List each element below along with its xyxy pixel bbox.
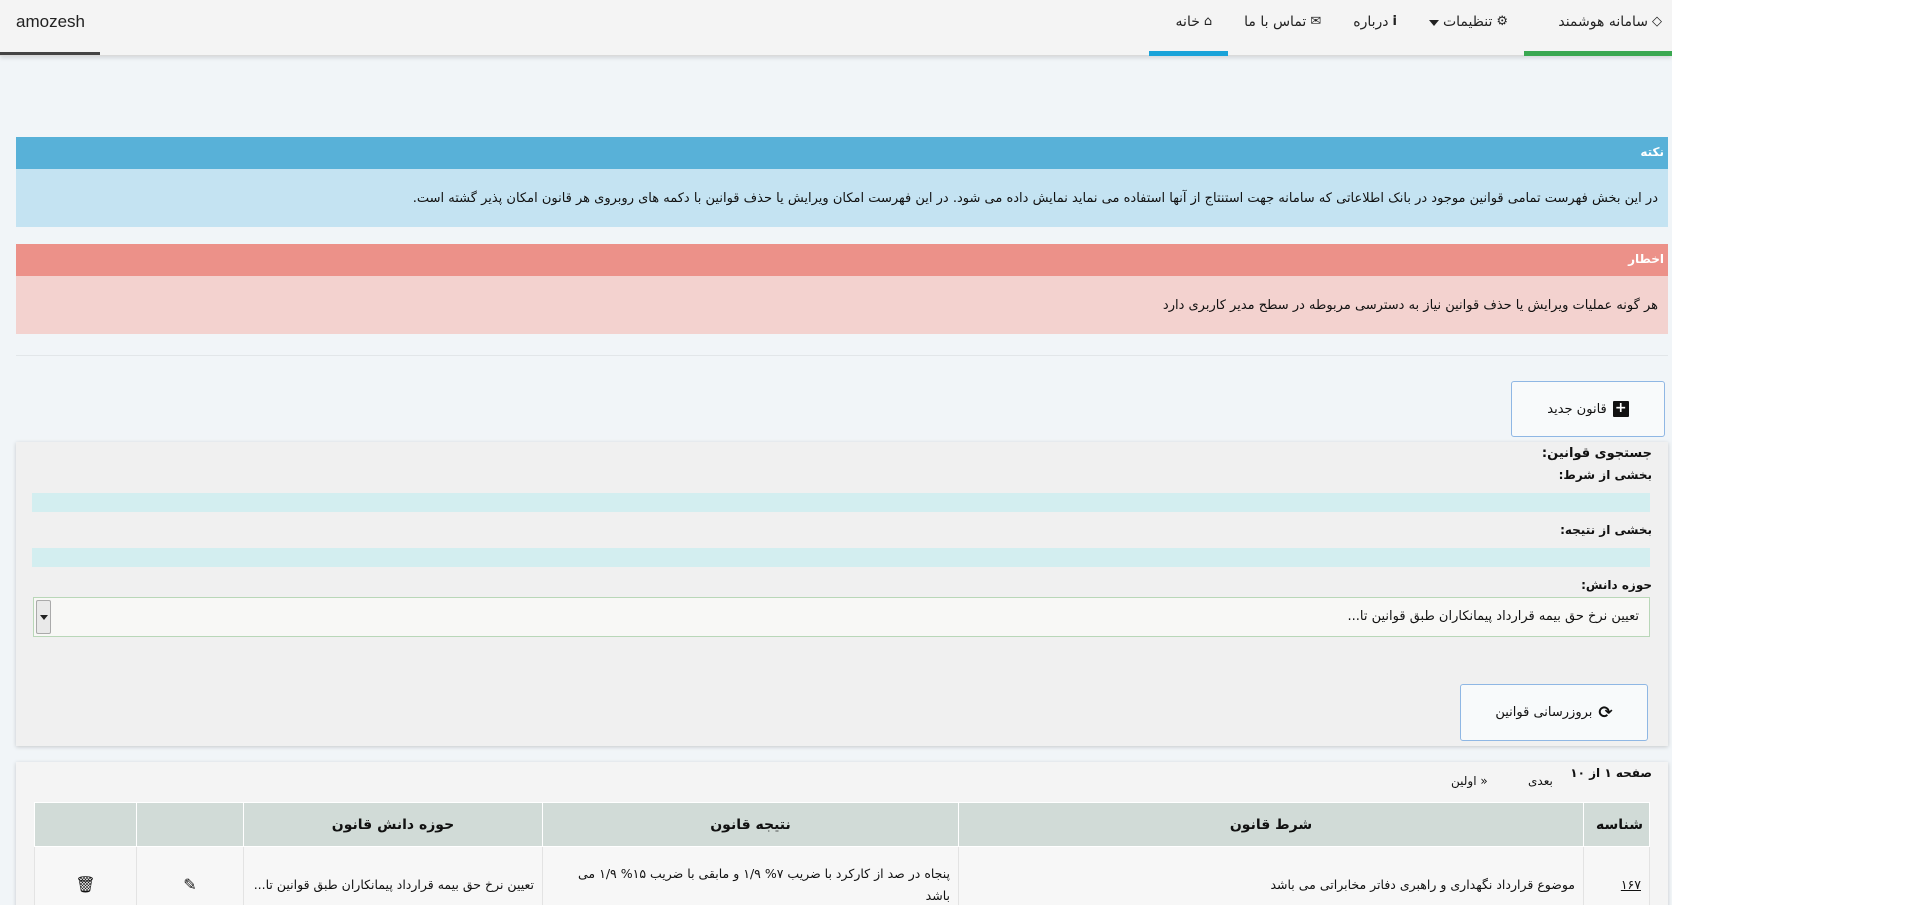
pager-next-link[interactable]: بعدی (1528, 774, 1553, 788)
rule-condition: موضوع قرارداد نگهداری و راهبری دفاتر مخا… (958, 846, 1584, 905)
nav-item-settings[interactable]: ⚙ تنظیمات (1413, 0, 1524, 56)
rule-id[interactable]: ۱۶۷ (1621, 877, 1641, 892)
col-header-condition: شرط قانون (958, 802, 1584, 847)
envelope-icon: ✉ (1310, 14, 1322, 29)
warning-panel: اخطار هر گونه عملیات ویرایش یا حذف قوانی… (16, 244, 1668, 334)
condition-label: بخشی از شرط: (1558, 468, 1652, 482)
brand-logo[interactable]: amozesh (0, 0, 100, 55)
select-arrow-icon[interactable] (36, 600, 51, 634)
nav-menu: ◇ سامانه هوشمند ⚙ تنظیمات i درباره ✉ تما… (1149, 0, 1672, 56)
nav-item-home[interactable]: ⌂ خانه (1149, 0, 1229, 56)
refresh-rules-button[interactable]: ⟳ بروزرسانی قوانین (1460, 684, 1648, 741)
caret-down-icon (1428, 20, 1439, 26)
divider (16, 355, 1668, 356)
nav-item-label: تنظیمات (1442, 14, 1493, 30)
info-panel-text: در این بخش فهرست تمامی قوانین موجود در ب… (16, 169, 1668, 227)
table-header-row: شناسه شرط قانون نتیجه قانون حوزه دانش قا… (34, 802, 1650, 847)
info-panel-title: نکته (16, 137, 1668, 169)
domain-label: حوزه دانش: (1581, 578, 1652, 592)
info-panel: نکته در این بخش فهرست تمامی قوانین موجود… (16, 137, 1668, 227)
plus-square-icon: + (1612, 401, 1629, 417)
info-icon: i (1392, 14, 1397, 29)
nav-item-label: تماس با ما (1244, 14, 1307, 30)
table-row: ۱۶۷ موضوع قرارداد نگهداری و راهبری دفاتر… (34, 846, 1650, 905)
rules-table: شناسه شرط قانون نتیجه قانون حوزه دانش قا… (34, 802, 1650, 905)
result-label: بخشی از نتیجه: (1560, 523, 1652, 537)
nav-item-label: درباره (1353, 14, 1389, 30)
top-navbar: amozesh ◇ سامانه هوشمند ⚙ تنظیمات i دربا… (0, 0, 1672, 56)
nav-item-label: خانه (1175, 14, 1200, 30)
nav-item-contact[interactable]: ✉ تماس با ما (1228, 0, 1337, 56)
condition-search-input[interactable] (32, 493, 1650, 512)
home-icon: ⌂ (1203, 14, 1213, 29)
nav-item-about[interactable]: i درباره (1337, 0, 1413, 56)
col-header-result: نتیجه قانون (542, 802, 959, 847)
search-panel: جستجوی قوانین: بخشی از شرط: بخشی از نتیج… (16, 442, 1668, 746)
gear-icon: ⚙ (1496, 14, 1508, 29)
result-search-input[interactable] (32, 548, 1650, 567)
new-rule-button-label: قانون جدید (1547, 401, 1607, 417)
col-header-id: شناسه (1583, 802, 1650, 847)
search-title: جستجوی قوانین: (1541, 446, 1652, 461)
new-rule-button[interactable]: + قانون جدید (1511, 381, 1665, 437)
nav-item-label: سامانه هوشمند (1558, 14, 1648, 30)
col-header-delete (34, 802, 137, 847)
nav-item-smart-system[interactable]: ◇ سامانه هوشمند (1524, 0, 1672, 56)
knowledge-domain-select[interactable]: تعیین نرخ حق بیمه قرارداد پیمانکاران طبق… (33, 597, 1650, 637)
rules-table-panel: صفحه ۱ از ۱۰ بعدی « اولین شناسه شرط قانو… (16, 762, 1668, 905)
refresh-button-label: بروزرسانی قوانین (1495, 705, 1593, 720)
warning-panel-title: اخطار (16, 244, 1668, 276)
warning-panel-text: هر گونه عملیات ویرایش یا حذف قوانین نیاز… (16, 276, 1668, 334)
col-header-domain: حوزه دانش قانون (243, 802, 543, 847)
pager-first-link[interactable]: « اولین (1451, 774, 1488, 788)
trash-icon[interactable]: 🗑 (75, 871, 95, 898)
app-window: amozesh ◇ سامانه هوشمند ⚙ تنظیمات i دربا… (0, 0, 1672, 905)
page-info: صفحه ۱ از ۱۰ (1570, 766, 1652, 780)
rule-domain: تعیین نرخ حق بیمه قرارداد پیمانکاران طبق… (243, 846, 543, 905)
diamond-icon: ◇ (1652, 14, 1662, 29)
col-header-edit (136, 802, 244, 847)
knowledge-domain-selected: تعیین نرخ حق بیمه قرارداد پیمانکاران طبق… (1347, 609, 1639, 624)
refresh-icon: ⟳ (1598, 702, 1613, 723)
rule-result: پنجاه در صد از کارکرد با ضریب ۷% ۱/۹ و م… (542, 846, 959, 905)
edit-icon[interactable]: ✎ (183, 871, 196, 898)
